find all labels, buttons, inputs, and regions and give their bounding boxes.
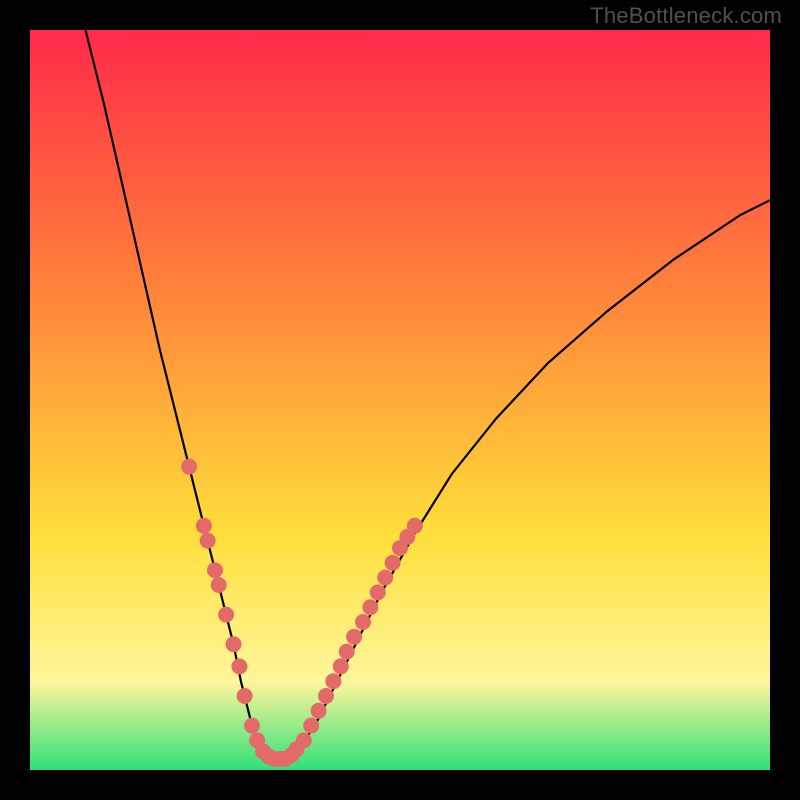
data-dot	[346, 629, 362, 645]
data-dot	[237, 688, 253, 704]
watermark-text: TheBottleneck.com	[590, 3, 782, 29]
data-dot	[296, 732, 312, 748]
data-dot	[303, 718, 319, 734]
data-dot	[196, 518, 212, 534]
data-dot	[355, 614, 371, 630]
data-dot	[362, 599, 378, 615]
data-dot	[377, 570, 393, 586]
data-dot	[333, 658, 349, 674]
data-dot	[218, 607, 234, 623]
data-dot	[311, 703, 327, 719]
chart-frame: TheBottleneck.com	[0, 0, 800, 800]
data-dot	[244, 718, 260, 734]
data-dot	[325, 673, 341, 689]
plot-area	[30, 30, 770, 770]
data-dot	[407, 518, 423, 534]
chart-svg	[30, 30, 770, 770]
data-dot	[181, 459, 197, 475]
data-dot	[318, 688, 334, 704]
data-dot	[339, 644, 355, 660]
data-dot	[211, 577, 227, 593]
gradient-background	[30, 30, 770, 770]
data-dot	[385, 555, 401, 571]
data-dot	[207, 562, 223, 578]
data-dot	[370, 584, 386, 600]
data-dot	[200, 533, 216, 549]
data-dot	[231, 658, 247, 674]
data-dot	[226, 636, 242, 652]
